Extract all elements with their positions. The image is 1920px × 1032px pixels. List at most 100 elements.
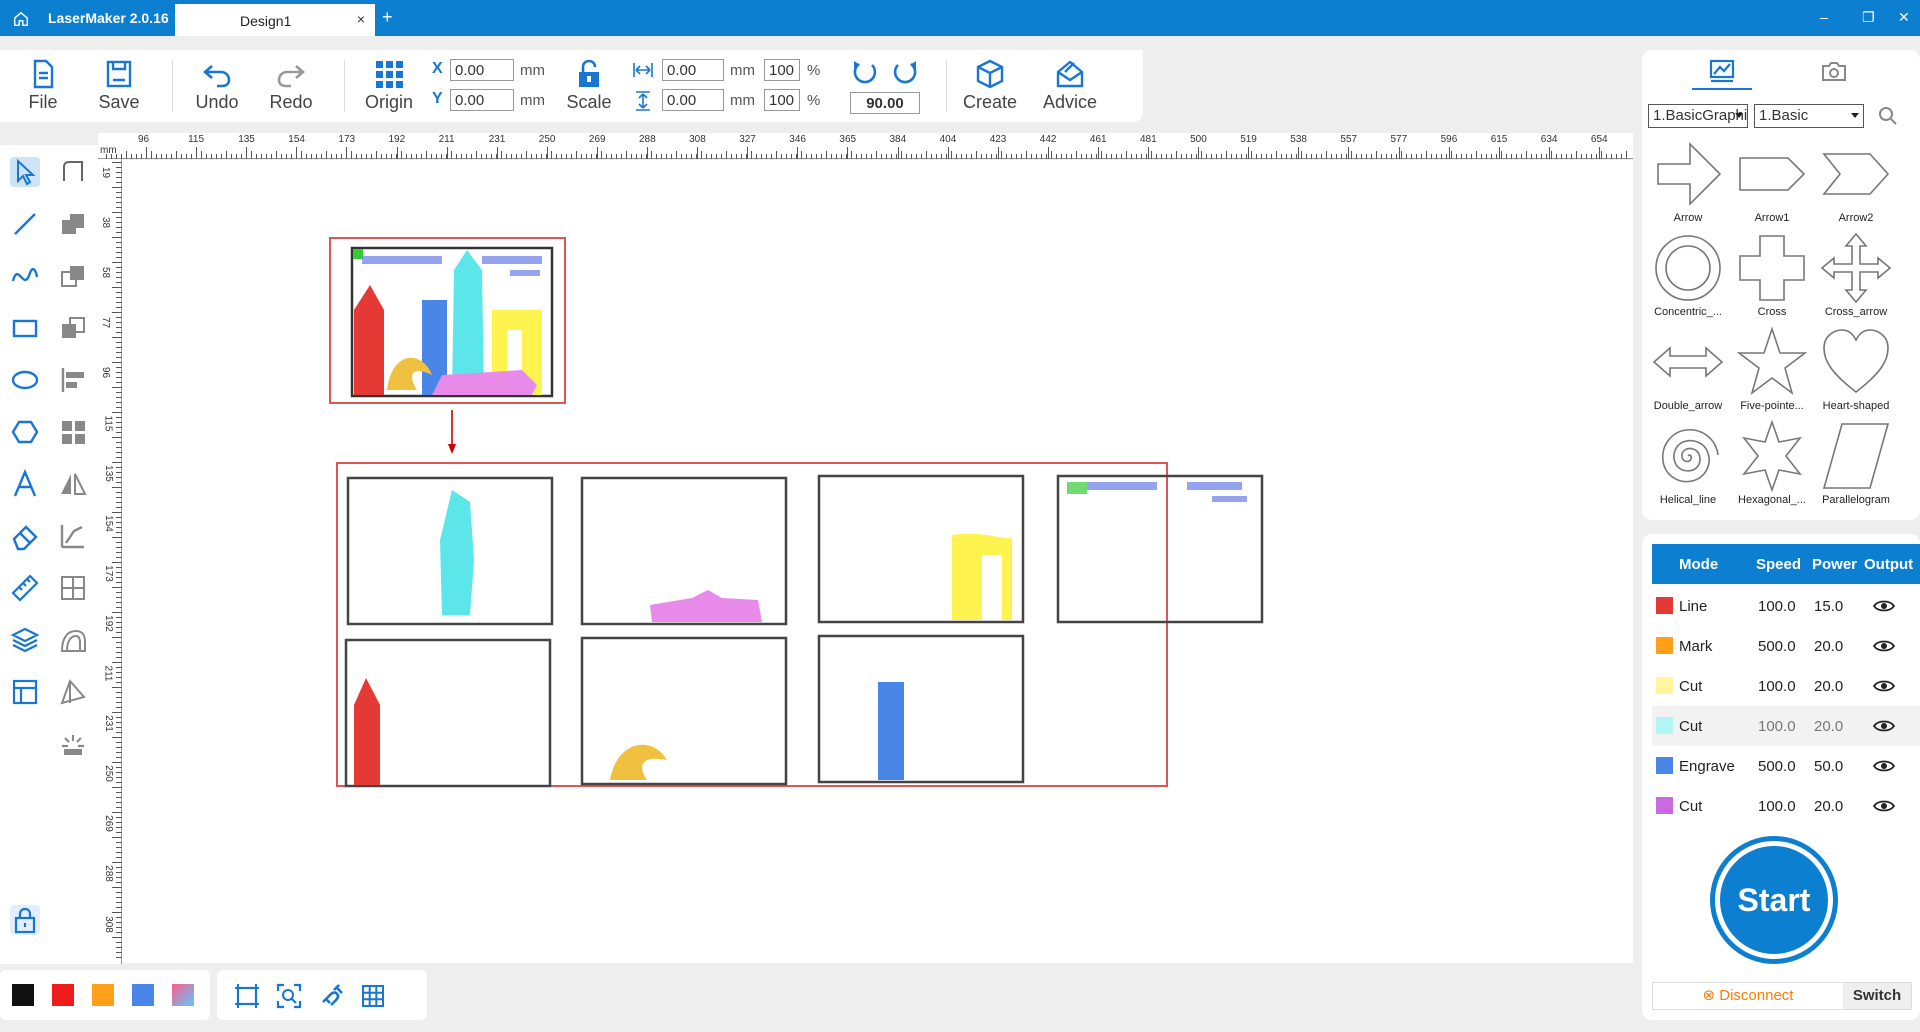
height-input[interactable] — [662, 89, 724, 111]
disconnect-button[interactable]: ⊗ Disconnect — [1653, 983, 1843, 1009]
create-button[interactable]: Create — [955, 58, 1025, 113]
rotate-cw-icon[interactable] — [890, 58, 920, 88]
intersect-tool[interactable] — [58, 313, 88, 343]
path-tool[interactable] — [58, 677, 88, 707]
shape-double-arrow[interactable]: Double_arrow — [1646, 326, 1730, 412]
layer-row[interactable]: Engrave 500.0 50.0 — [1652, 746, 1920, 786]
layer-row[interactable]: Line 100.0 15.0 — [1652, 586, 1920, 626]
switch-button[interactable]: Switch — [1843, 983, 1911, 1009]
eye-icon[interactable] — [1872, 638, 1896, 654]
layer-row[interactable]: Cut 100.0 20.0 — [1652, 786, 1920, 826]
shape-helical-line[interactable]: Helical_line — [1646, 420, 1730, 506]
layer-color-swatch[interactable] — [1656, 677, 1673, 694]
design-canvas[interactable] — [122, 160, 1633, 963]
rectangle-tool[interactable] — [10, 313, 40, 343]
image-library-icon[interactable] — [1708, 58, 1736, 84]
minimize-button[interactable]: – — [1820, 9, 1828, 25]
eye-icon[interactable] — [1872, 758, 1896, 774]
separated-layers-panel[interactable] — [336, 462, 1264, 788]
shape-concentric[interactable]: Concentric_... — [1646, 232, 1730, 318]
ruler-minor-tick — [456, 154, 457, 159]
skyline-image[interactable] — [329, 237, 566, 404]
layers-tool[interactable] — [10, 625, 40, 655]
measure-tool[interactable] — [10, 573, 40, 603]
file-button[interactable]: File — [8, 58, 78, 113]
eraser-tool[interactable] — [10, 521, 40, 551]
layer-color-swatch[interactable] — [1656, 717, 1673, 734]
layer-color-swatch[interactable] — [1656, 797, 1673, 814]
eye-icon[interactable] — [1872, 718, 1896, 734]
category-select[interactable]: 1.BasicGraphics — [1648, 104, 1748, 128]
layer-color-swatch[interactable] — [1656, 637, 1673, 654]
scale-lock-button[interactable]: Scale — [554, 58, 624, 113]
fit-page-icon[interactable] — [233, 982, 261, 1010]
shape-arrow2[interactable]: Arrow2 — [1814, 138, 1898, 224]
shape-cross[interactable]: Cross — [1730, 232, 1814, 318]
y-position-input[interactable] — [450, 89, 514, 111]
array-tool[interactable] — [58, 417, 88, 447]
save-button[interactable]: Save — [84, 58, 154, 113]
swatch-orange[interactable] — [92, 984, 114, 1006]
shape-hexagonal-star[interactable]: Hexagonal_... — [1730, 420, 1814, 506]
subtract-tool[interactable] — [58, 261, 88, 291]
zoom-selection-icon[interactable] — [275, 982, 303, 1010]
tab-design1[interactable]: Design1 × — [175, 4, 375, 36]
start-button[interactable]: Start — [1710, 836, 1838, 964]
search-icon[interactable] — [1878, 106, 1898, 126]
select-tool[interactable] — [10, 157, 40, 187]
layer-row[interactable]: Mark 500.0 20.0 — [1652, 626, 1920, 666]
shape-arrow[interactable]: Arrow — [1646, 138, 1730, 224]
swatch-gradient[interactable] — [172, 984, 194, 1006]
close-button[interactable]: ✕ — [1898, 9, 1910, 26]
offset-tool[interactable] — [58, 625, 88, 655]
ellipse-tool[interactable] — [10, 365, 40, 395]
shape-heart[interactable]: Heart-shaped — [1814, 326, 1898, 412]
x-position-input[interactable] — [450, 59, 514, 81]
grid-icon[interactable] — [359, 982, 387, 1010]
camera-icon[interactable] — [1820, 58, 1848, 84]
effects-tool[interactable] — [58, 729, 88, 759]
layer-row[interactable]: Cut 100.0 20.0 — [1652, 706, 1920, 746]
text-tool[interactable] — [10, 468, 40, 499]
shape-arrow1[interactable]: Arrow1 — [1730, 138, 1814, 224]
mirror-tool[interactable] — [58, 469, 88, 499]
subcategory-select[interactable]: 1.Basic — [1754, 104, 1864, 128]
new-tab-button[interactable]: + — [382, 7, 393, 28]
width-percent-input[interactable] — [764, 59, 800, 81]
height-percent-input[interactable] — [764, 89, 800, 111]
eye-icon[interactable] — [1872, 798, 1896, 814]
rotate-ccw-icon[interactable] — [850, 58, 880, 88]
polygon-tool[interactable] — [10, 417, 40, 447]
origin-button[interactable]: Origin — [354, 58, 424, 113]
curve-tool[interactable] — [10, 261, 40, 291]
home-icon[interactable] — [12, 10, 30, 28]
line-tool[interactable] — [10, 209, 40, 239]
magnet-snap-icon[interactable] — [317, 982, 345, 1010]
node-edit-tool[interactable] — [58, 157, 88, 187]
lock-tool[interactable] — [10, 905, 40, 935]
eye-icon[interactable] — [1872, 678, 1896, 694]
swatch-red[interactable] — [52, 984, 74, 1006]
layer-row[interactable]: Cut 100.0 20.0 — [1652, 666, 1920, 706]
split-tool[interactable] — [58, 573, 88, 603]
shape-parallelogram[interactable]: Parallelogram — [1814, 420, 1898, 506]
close-tab-icon[interactable]: × — [357, 11, 365, 27]
union-tool[interactable] — [58, 209, 88, 239]
redo-button[interactable]: Redo — [256, 58, 326, 113]
layer-color-swatch[interactable] — [1656, 597, 1673, 614]
ruler-minor-tick — [506, 154, 507, 159]
rotation-input[interactable] — [850, 92, 920, 114]
layer-color-swatch[interactable] — [1656, 757, 1673, 774]
swatch-blue[interactable] — [132, 984, 154, 1006]
swatch-black[interactable] — [12, 984, 34, 1006]
advice-button[interactable]: Advice — [1035, 58, 1105, 113]
align-tool[interactable] — [58, 365, 88, 395]
undo-button[interactable]: Undo — [182, 58, 252, 113]
eye-icon[interactable] — [1872, 598, 1896, 614]
maximize-button[interactable]: ❐ — [1862, 9, 1875, 26]
table-tool[interactable] — [10, 677, 40, 707]
shape-cross-arrow[interactable]: Cross_arrow — [1814, 232, 1898, 318]
shape-five-pointed-star[interactable]: Five-pointe... — [1730, 326, 1814, 412]
width-input[interactable] — [662, 59, 724, 81]
trace-tool[interactable] — [58, 521, 88, 551]
